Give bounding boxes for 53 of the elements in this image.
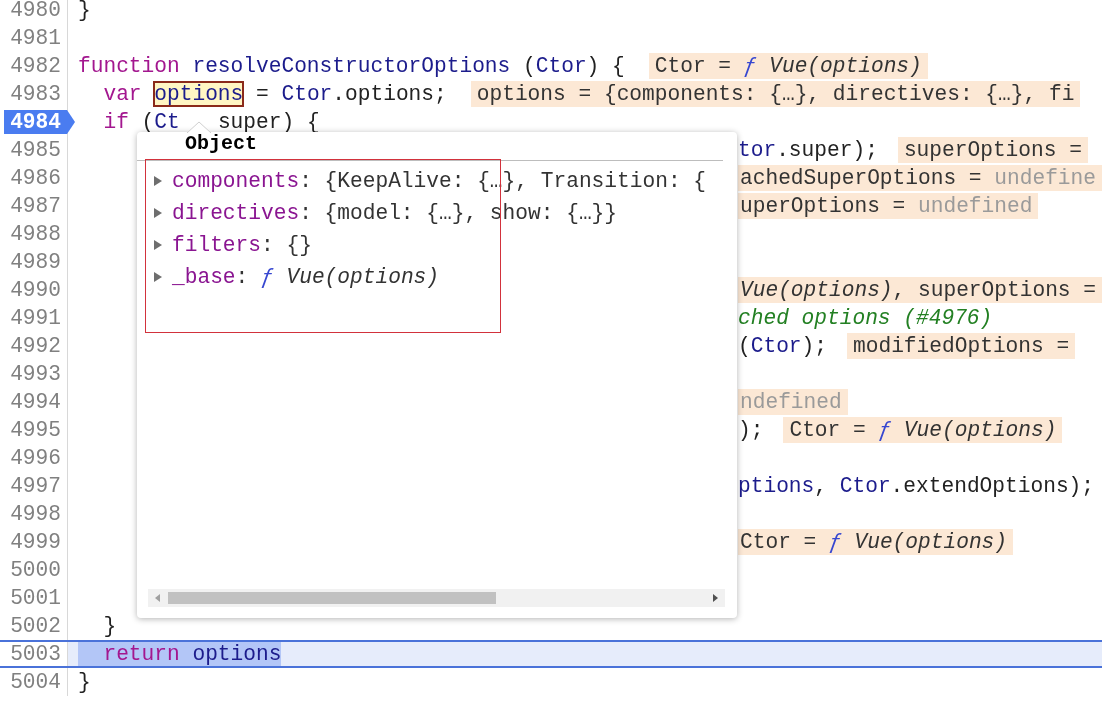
line-number[interactable]: 4994 bbox=[10, 388, 61, 416]
line-number[interactable]: 5004 bbox=[10, 668, 61, 696]
line-number[interactable]: 4981 bbox=[10, 24, 61, 52]
line-number[interactable]: 4988 bbox=[10, 220, 61, 248]
code-line: var options = Ctor.options; bbox=[102, 81, 447, 108]
inline-value: achedSuperOptions = undefine bbox=[738, 165, 1102, 191]
inline-value: Vue(options), superOptions = bbox=[738, 277, 1102, 303]
property-entry[interactable]: _base: ƒ Vue(options) bbox=[172, 265, 440, 289]
line-number[interactable]: 4987 bbox=[10, 192, 61, 220]
expand-triangle-icon[interactable] bbox=[153, 239, 163, 251]
line-number[interactable]: 4991 bbox=[10, 304, 61, 332]
line-number[interactable]: 4982 bbox=[10, 52, 61, 80]
line-number[interactable]: 4995 bbox=[10, 416, 61, 444]
inline-value: Ctor = ƒ Vue(options) bbox=[783, 417, 1063, 443]
inline-value: Ctor = ƒ Vue(options) bbox=[738, 529, 1014, 555]
code-line: ptions, Ctor.extendOptions); bbox=[738, 473, 1095, 500]
code-line: tor.super); bbox=[738, 137, 878, 164]
inline-value: ndefined bbox=[738, 389, 848, 415]
code-line: } bbox=[102, 613, 117, 640]
code-line: function resolveConstructorOptions (Ctor) { bbox=[78, 53, 625, 80]
inline-value: options = {components: {…}, directives: {…}, fi bbox=[470, 81, 1081, 107]
code-line: ); bbox=[738, 417, 764, 444]
code-line: } bbox=[78, 669, 91, 696]
line-number[interactable]: 4984 bbox=[4, 110, 75, 134]
popover-title: Object bbox=[184, 132, 257, 154]
line-number[interactable]: 4996 bbox=[10, 444, 61, 472]
code-line: (Ctor); bbox=[738, 333, 827, 360]
line-number[interactable]: 5001 bbox=[10, 584, 61, 612]
line-number[interactable]: 5002 bbox=[10, 612, 61, 640]
line-number[interactable]: 4998 bbox=[10, 500, 61, 528]
line-number[interactable]: 4983 bbox=[10, 80, 61, 108]
line-number[interactable]: 4985 bbox=[10, 136, 61, 164]
line-number[interactable]: 4980 bbox=[10, 0, 61, 24]
line-number[interactable]: 4986 bbox=[10, 164, 61, 192]
inline-value: modifiedOptions = bbox=[847, 333, 1076, 359]
line-number[interactable]: 4989 bbox=[10, 248, 61, 276]
line-number[interactable]: 4997 bbox=[10, 472, 61, 500]
line-number[interactable]: 4999 bbox=[10, 528, 61, 556]
inline-value: superOptions = bbox=[897, 137, 1088, 163]
line-number[interactable]: 4990 bbox=[10, 276, 61, 304]
property-entry[interactable]: filters: {} bbox=[172, 233, 312, 257]
scroll-right-icon[interactable] bbox=[711, 593, 719, 603]
expand-triangle-icon[interactable] bbox=[153, 207, 163, 219]
expand-triangle-icon[interactable] bbox=[153, 271, 163, 283]
line-number[interactable]: 5000 bbox=[10, 556, 61, 584]
inline-value: Ctor = ƒ Vue(options) bbox=[648, 53, 928, 79]
code-line: ched options (#4976) bbox=[738, 305, 993, 332]
horizontal-scrollbar[interactable] bbox=[148, 589, 725, 607]
expand-triangle-icon[interactable] bbox=[153, 175, 163, 187]
line-number[interactable]: 4993 bbox=[10, 360, 61, 388]
line-number[interactable]: 4992 bbox=[10, 332, 61, 360]
code-line: } bbox=[78, 0, 91, 24]
inline-value: uperOptions = undefined bbox=[738, 193, 1039, 219]
